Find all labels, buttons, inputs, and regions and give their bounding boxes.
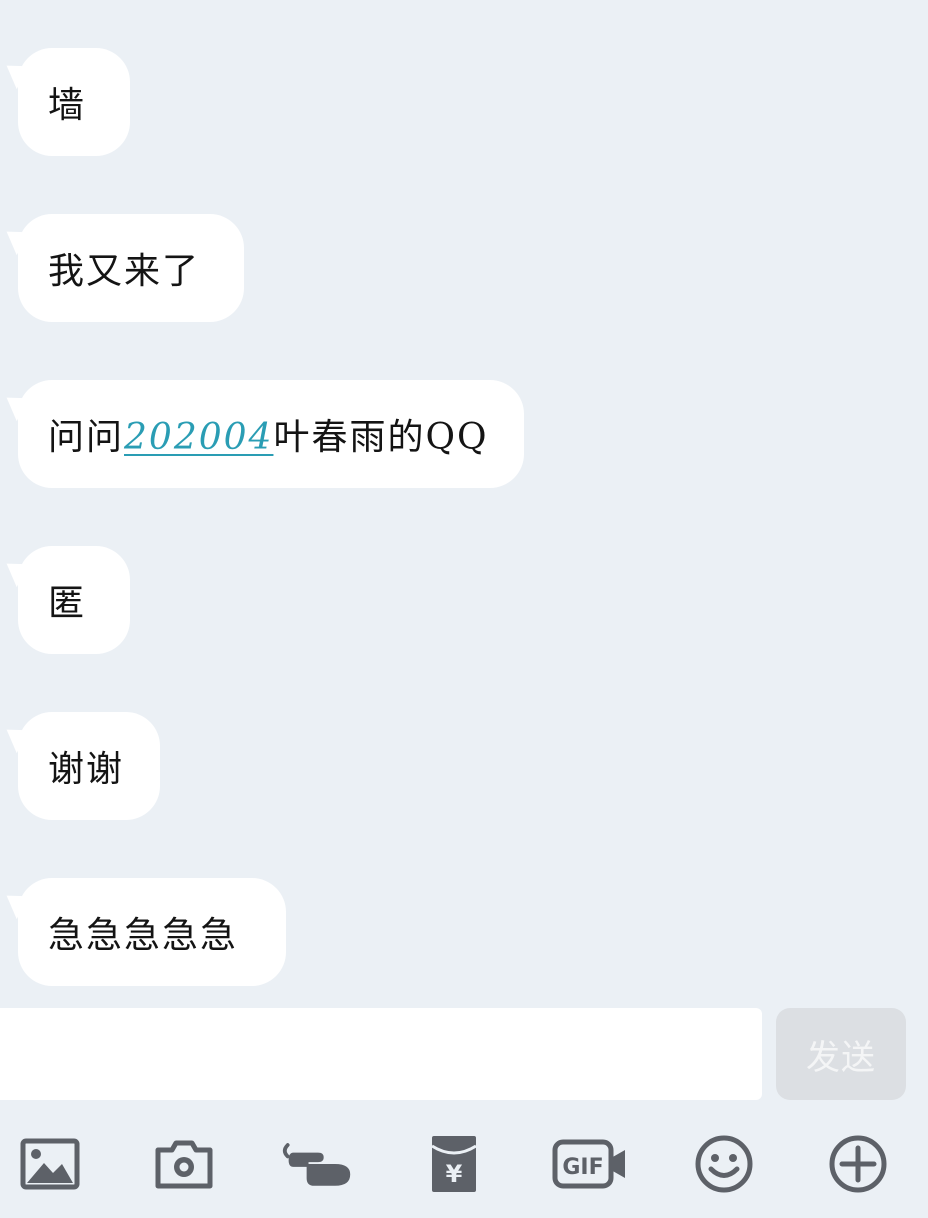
message-bubble[interactable]: 匿 (18, 546, 130, 654)
message-bubble[interactable]: 谢谢 (18, 712, 160, 820)
send-button[interactable]: 发送 (776, 1008, 906, 1100)
message-input[interactable] (0, 1008, 762, 1100)
message-text: 匿 (48, 583, 87, 624)
message-text: 墙 (48, 85, 87, 126)
message-list: 墙 我又来了 问问202004叶春雨的QQ 匿 谢谢 急急急急急 (0, 0, 928, 1000)
message-bubble[interactable]: 急急急急急 (18, 878, 286, 986)
message-bubble[interactable]: 我又来了 (18, 214, 244, 322)
camera-icon[interactable] (148, 1128, 220, 1200)
message-bubble[interactable]: 问问202004叶春雨的QQ (18, 380, 524, 488)
message-text: 急急急急急 (48, 915, 239, 956)
gif-label: GIF (562, 1155, 603, 1180)
message-text: 我又来了 (48, 251, 201, 292)
add-icon[interactable] (822, 1128, 894, 1200)
gif-icon[interactable]: GIF (548, 1128, 632, 1200)
emoji-icon[interactable] (688, 1128, 760, 1200)
number-link[interactable]: 202004 (124, 417, 273, 458)
message-bubble[interactable]: 墙 (18, 48, 130, 156)
message-text-suffix: 叶春雨的QQ (273, 417, 489, 458)
poke-icon[interactable] (282, 1128, 354, 1200)
message-text: 谢谢 (48, 749, 125, 790)
input-toolbar: ¥ GIF (0, 1128, 928, 1206)
image-icon[interactable] (14, 1128, 86, 1200)
message-text-prefix: 问问 (48, 417, 125, 458)
red-packet-icon[interactable]: ¥ (418, 1128, 490, 1200)
red-packet-symbol: ¥ (446, 1160, 463, 1188)
message-text: 问问202004叶春雨的QQ (48, 408, 488, 460)
